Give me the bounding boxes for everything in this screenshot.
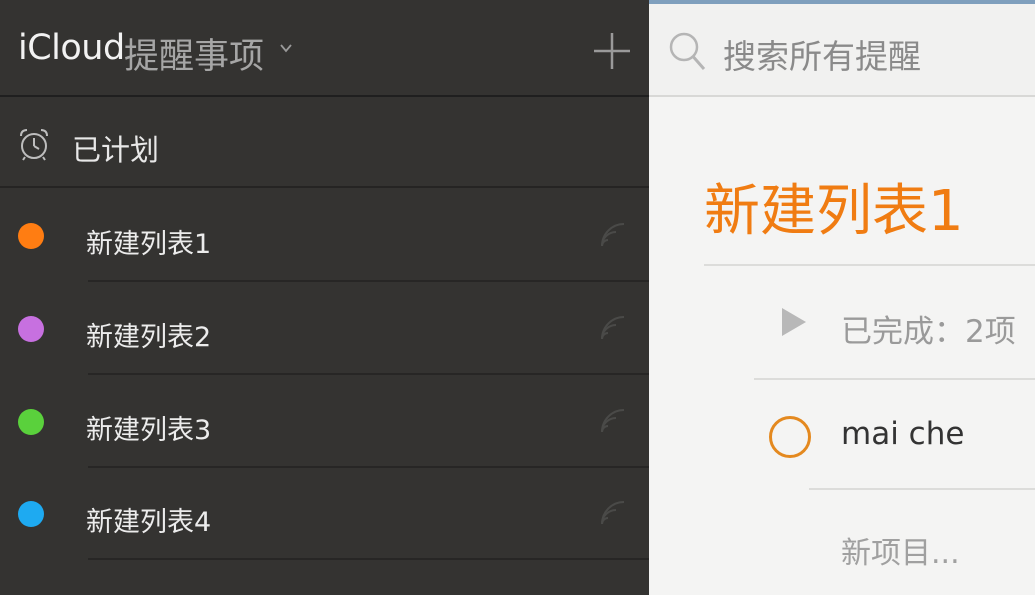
add-list-icon[interactable] [594,31,630,71]
sidebar-list-item[interactable]: 新建列表2 [0,281,649,375]
list-title: 新建列表1 [704,179,964,244]
reminder-item[interactable]: mai che [649,380,1035,488]
disclosure-triangle-icon[interactable] [780,306,808,338]
search-bar[interactable]: 搜索所有提醒 [649,4,1035,96]
app-brand: iCloud [18,28,125,68]
completed-toggle[interactable]: 已完成：2项 [649,266,1035,378]
alarm-clock-icon [20,129,48,161]
list-color-dot [18,409,44,435]
reminders-app: iCloud 提醒事项 已计划 新建列表1 新建列表2 新建列表3 新建列表4 … [0,0,1035,595]
new-item-input[interactable]: 新项目... [841,528,960,572]
list-color-dot [18,501,44,527]
list-color-dot [18,316,44,342]
completed-count: 已完成：2项 [841,314,1016,350]
sidebar-item-scheduled[interactable]: 已计划 [0,97,649,187]
sidebar-list-item[interactable]: 新建列表3 [0,374,649,468]
sidebar-item-label: 新建列表3 [86,415,212,446]
list-color-dot [18,223,44,249]
shared-icon [601,409,625,433]
sidebar: iCloud 提醒事项 已计划 新建列表1 新建列表2 新建列表3 新建列表4 [0,0,649,595]
sidebar-list-item[interactable]: 新建列表4 [0,466,649,560]
divider [649,95,1035,97]
shared-icon [601,223,625,247]
search-icon [669,32,706,70]
sidebar-header: iCloud 提醒事项 [0,0,649,96]
reminder-checkbox[interactable] [769,416,811,458]
search-input[interactable]: 搜索所有提醒 [723,30,921,78]
sidebar-item-label: 新建列表4 [86,507,212,538]
sidebar-list-item[interactable]: 新建列表1 [0,188,649,282]
sidebar-item-label: 已计划 [72,133,160,167]
reminders-pane: 搜索所有提醒 新建列表1 已完成：2项 mai che 新项目... [649,0,1035,595]
sidebar-item-label: 新建列表2 [86,322,212,353]
shared-icon [601,316,625,340]
app-section-switcher[interactable]: 提醒事项 [124,28,264,79]
divider [809,488,1035,490]
sidebar-item-label: 新建列表1 [86,229,212,260]
reminder-title[interactable]: mai che [841,416,964,452]
divider [88,558,649,560]
shared-icon [601,501,625,525]
chevron-down-icon[interactable] [279,41,293,55]
